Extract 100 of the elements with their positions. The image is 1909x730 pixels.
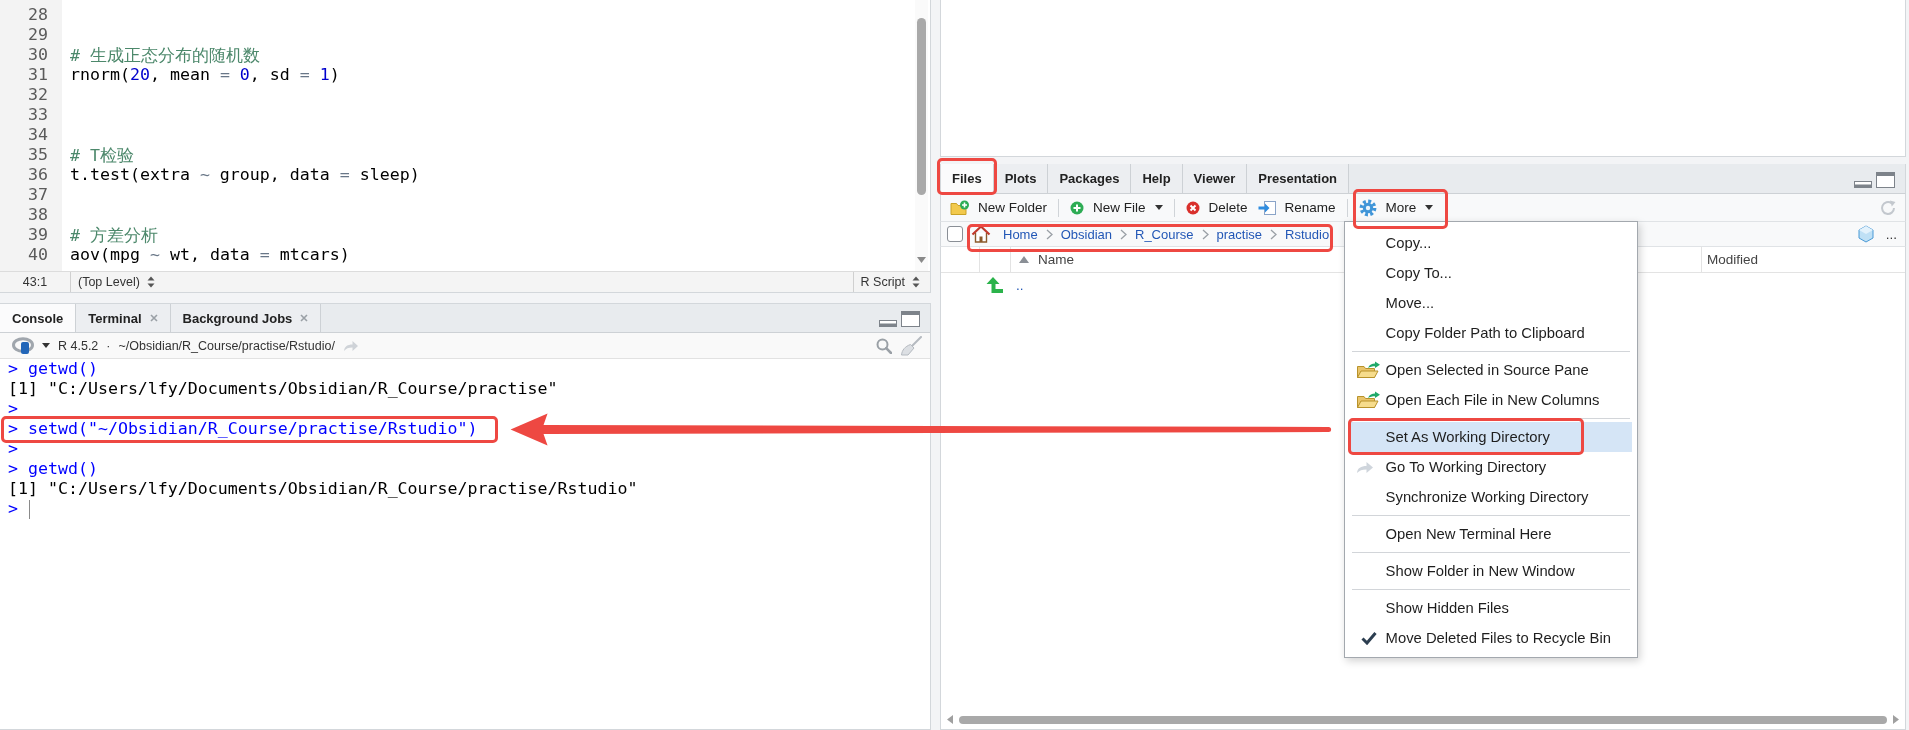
menu-item[interactable]: Open New Terminal Here bbox=[1348, 519, 1632, 549]
tab[interactable]: Background Jobs bbox=[170, 304, 322, 332]
caret-icon[interactable] bbox=[42, 343, 50, 348]
console-line: > getwd() bbox=[8, 359, 98, 379]
more-button[interactable]: More bbox=[1353, 194, 1439, 221]
checkbox[interactable] bbox=[947, 226, 963, 242]
chevron-icon bbox=[1045, 228, 1053, 240]
new-folder-button[interactable]: New Folder bbox=[945, 194, 1053, 221]
folder-arrow-icon bbox=[1355, 361, 1380, 379]
arrow-page-icon bbox=[1257, 199, 1276, 216]
path-button[interactable]: ... bbox=[1885, 226, 1897, 242]
line-number: 36 bbox=[28, 165, 48, 184]
menu-item[interactable]: Move Deleted Files to Recycle Bin bbox=[1348, 623, 1632, 653]
menu-item[interactable]: Set As Working Directory bbox=[1348, 422, 1632, 452]
line-number: 39 bbox=[28, 225, 48, 244]
line-number: 34 bbox=[28, 125, 48, 144]
maximize-icon[interactable] bbox=[1876, 172, 1895, 188]
caret-icon[interactable] bbox=[1425, 205, 1434, 210]
scroll-arrow-icon[interactable] bbox=[1893, 715, 1899, 724]
gear-icon bbox=[1358, 198, 1377, 217]
console-line: [1] "C:/Users/lfy/Documents/Obsidian/R_Course/practise" bbox=[8, 379, 558, 399]
line-number: 30 bbox=[28, 45, 48, 64]
menu-item[interactable]: Copy Folder Path to Clipboard bbox=[1348, 318, 1632, 348]
menu-item[interactable]: Open Selected in Source Pane bbox=[1348, 355, 1632, 385]
line-number: 31 bbox=[28, 65, 48, 84]
minimize-icon[interactable] bbox=[879, 320, 897, 327]
refresh-icon[interactable] bbox=[1879, 198, 1897, 217]
column-header[interactable]: Name bbox=[1011, 247, 1074, 272]
breadcrumb-link[interactable]: practise bbox=[1216, 226, 1263, 242]
line-number: 38 bbox=[28, 205, 48, 224]
code-line: # 生成正态分布的随机数 bbox=[70, 46, 260, 65]
cursor-position: 43:1 bbox=[22, 275, 48, 289]
console-line: > bbox=[8, 499, 18, 519]
file-type-dropdown[interactable]: R Script bbox=[860, 275, 920, 289]
menu-item[interactable]: Synchronize Working Directory bbox=[1348, 482, 1632, 512]
caret-icon[interactable] bbox=[1154, 205, 1163, 210]
menu-item[interactable]: Open Each File in New Columns bbox=[1348, 385, 1632, 415]
delete-icon bbox=[1185, 200, 1200, 215]
chevron-icon bbox=[1120, 228, 1127, 240]
menu-item[interactable]: Copy... bbox=[1348, 228, 1632, 258]
code-line: aov(mpg ~ wt, data = mtcars) bbox=[70, 245, 350, 264]
home-icon[interactable] bbox=[971, 225, 991, 243]
tab[interactable]: Console bbox=[0, 304, 77, 332]
file-link[interactable]: .. bbox=[1016, 277, 1024, 293]
close-icon[interactable] bbox=[149, 314, 158, 322]
line-number: 40 bbox=[28, 245, 48, 264]
up-arrow-icon[interactable] bbox=[986, 276, 1004, 294]
scrollbar-thumb[interactable] bbox=[917, 18, 926, 195]
console-line: > bbox=[8, 399, 18, 419]
new-file-button[interactable]: New File bbox=[1065, 194, 1168, 221]
tab[interactable]: Help bbox=[1131, 164, 1183, 193]
tab[interactable]: Packages bbox=[1048, 164, 1132, 193]
code-line: # T检验 bbox=[70, 146, 134, 165]
tab[interactable]: Files bbox=[941, 164, 994, 193]
minimize-icon[interactable] bbox=[1854, 181, 1872, 188]
scope-dropdown[interactable]: (Top Level) bbox=[78, 275, 155, 289]
column-header[interactable]: Modified bbox=[1702, 247, 1759, 272]
updown-icon bbox=[146, 276, 155, 288]
folder-plus-icon bbox=[950, 199, 969, 216]
working-directory-path: ~/Obsidian/R_Course/practise/Rstudio/ bbox=[118, 338, 335, 353]
chevron-icon bbox=[1270, 228, 1278, 240]
breadcrumb-link[interactable]: Home bbox=[1003, 226, 1038, 242]
close-icon[interactable] bbox=[300, 314, 309, 322]
curved-arrow-icon bbox=[1355, 460, 1374, 474]
logo-icon[interactable] bbox=[12, 336, 34, 355]
console-line: > getwd() bbox=[8, 459, 98, 479]
search-icon[interactable] bbox=[876, 337, 892, 354]
maximize-icon[interactable] bbox=[901, 311, 920, 327]
menu-item[interactable]: Show Hidden Files bbox=[1348, 593, 1632, 623]
breadcrumb-link[interactable]: R_Course bbox=[1135, 226, 1194, 242]
rename-button[interactable]: Rename bbox=[1252, 194, 1341, 221]
tab[interactable]: Viewer bbox=[1182, 164, 1248, 193]
folder-arrow-icon bbox=[1355, 391, 1380, 409]
menu-item[interactable]: Show Folder in New Window bbox=[1348, 556, 1632, 586]
broom-icon[interactable] bbox=[900, 335, 922, 356]
console-line: > bbox=[8, 439, 18, 459]
menu-item[interactable]: Go To Working Directory bbox=[1348, 452, 1632, 482]
console-line: [1] "C:/Users/lfy/Documents/Obsidian/R_Course/practise/Rstudio" bbox=[8, 479, 638, 499]
menu-item[interactable]: Copy To... bbox=[1348, 258, 1632, 288]
line-number: 32 bbox=[28, 85, 48, 104]
line-number: 35 bbox=[28, 145, 48, 164]
line-number: 33 bbox=[28, 105, 48, 124]
updown-icon bbox=[912, 276, 920, 288]
scroll-arrow-icon[interactable] bbox=[947, 715, 953, 724]
delete-button[interactable]: Delete bbox=[1180, 194, 1253, 221]
scrollbar[interactable] bbox=[915, 0, 928, 271]
code-line: t.test(extra ~ group, data = sleep) bbox=[70, 165, 420, 184]
code-line: # 方差分析 bbox=[70, 226, 158, 245]
menu-item[interactable]: Move... bbox=[1348, 288, 1632, 318]
scrollbar-thumb[interactable] bbox=[959, 715, 1887, 724]
tab[interactable]: Terminal bbox=[76, 304, 171, 332]
code-line: rnorm(20, mean = 0, sd = 1) bbox=[70, 65, 340, 84]
breadcrumb-link[interactable]: Obsidian bbox=[1060, 226, 1112, 242]
line-number: 29 bbox=[28, 25, 48, 44]
breadcrumb-link[interactable]: Rstudio bbox=[1285, 226, 1330, 242]
scroll-arrow-icon[interactable] bbox=[917, 257, 926, 263]
curved-arrow-icon[interactable] bbox=[342, 339, 359, 352]
tab[interactable]: Presentation bbox=[1247, 164, 1350, 193]
chevron-icon bbox=[1201, 228, 1209, 240]
cube-icon[interactable] bbox=[1857, 225, 1874, 243]
